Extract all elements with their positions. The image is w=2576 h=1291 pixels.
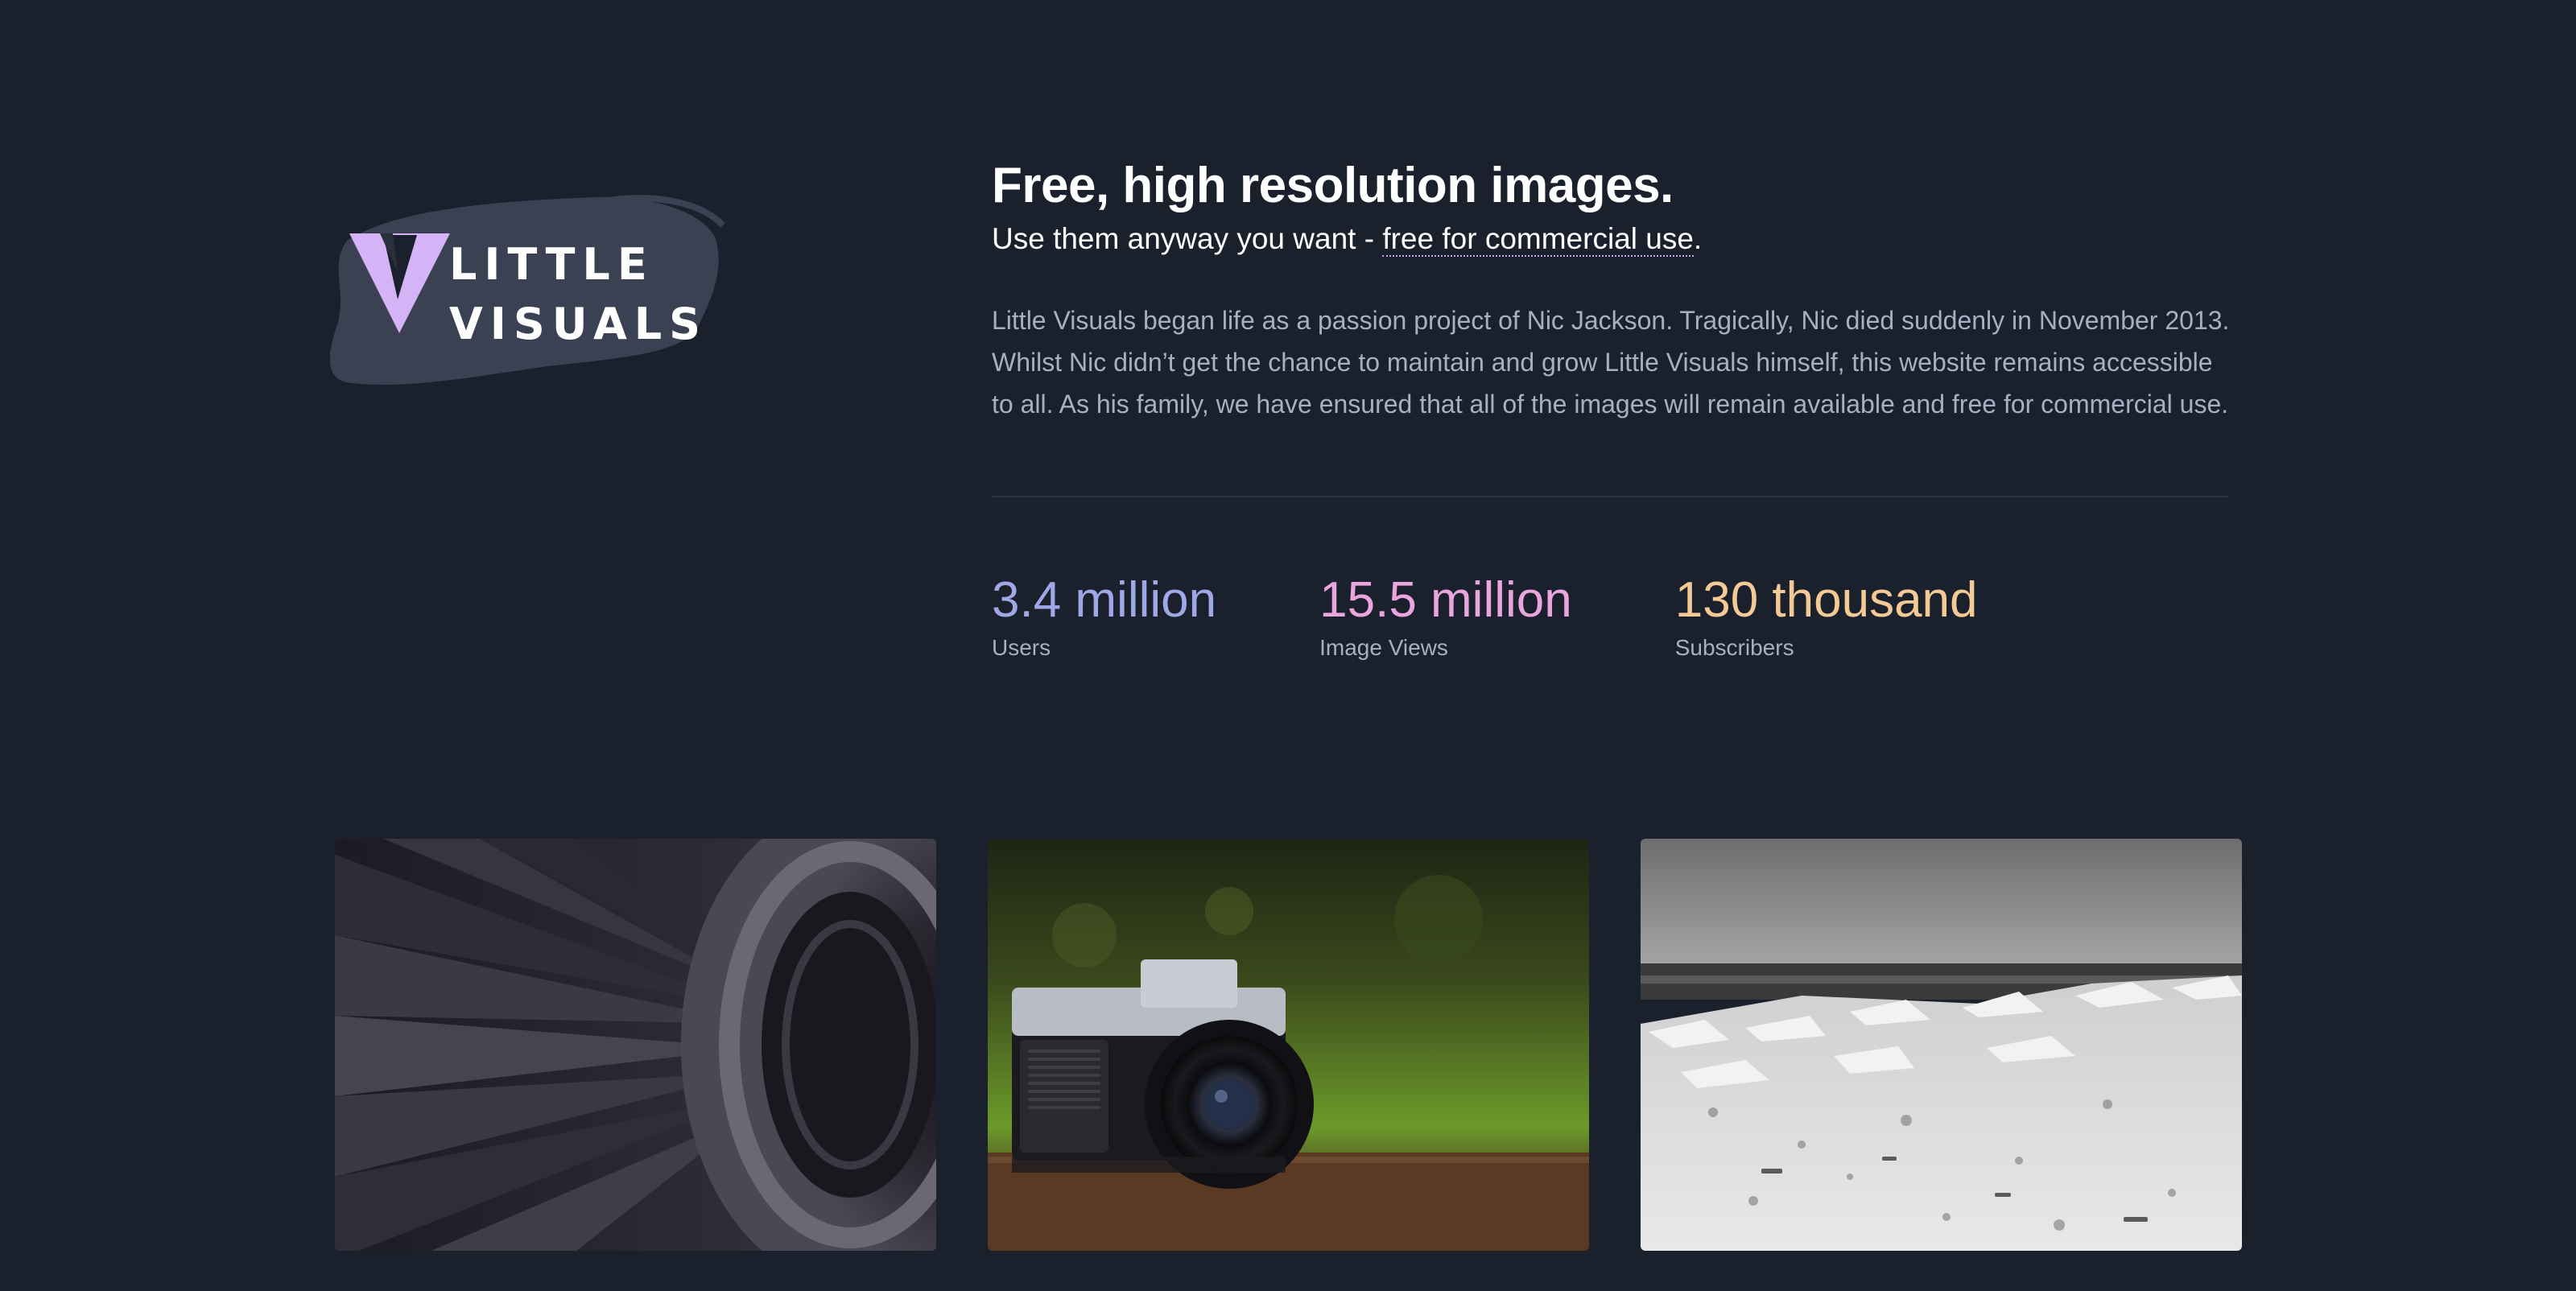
- stat-value: 3.4 million: [992, 572, 1217, 628]
- icy-beach-image: [1641, 839, 2242, 1251]
- stat-image-views: 15.5 million Image Views: [1319, 571, 1572, 663]
- intro-section: Free, high resolution images. Use them a…: [992, 153, 2231, 663]
- subheadline-suffix: .: [1693, 222, 1703, 255]
- stat-value: 130 thousand: [1674, 572, 1978, 628]
- subheadline-prefix: Use them anyway you want -: [992, 222, 1383, 255]
- camera-image: [988, 839, 1589, 1251]
- brand-name-line1: LITTLE: [449, 239, 654, 290]
- stat-users: 3.4 million Users: [992, 571, 1216, 663]
- photo-jet-engine[interactable]: [335, 839, 936, 1251]
- brand-logo[interactable]: LITTLE VISUALS: [330, 193, 724, 394]
- stat-subscribers: 130 thousand Subscribers: [1675, 571, 1978, 663]
- commercial-use-link[interactable]: free for commercial use: [1382, 222, 1694, 257]
- page-headline: Free, high resolution images.: [992, 158, 1674, 213]
- section-divider: [992, 496, 2228, 497]
- brand-name: LITTLE VISUALS: [449, 235, 708, 354]
- brand-name-line2: VISUALS: [449, 299, 708, 349]
- triangle-logo-icon: [349, 233, 450, 333]
- stat-value: 15.5 million: [1319, 572, 1572, 628]
- stat-label: Subscribers: [1674, 635, 1794, 660]
- photo-icy-beach[interactable]: [1641, 839, 2242, 1251]
- page-subheadline: Use them anyway you want - free for comm…: [992, 219, 2231, 259]
- photo-camera[interactable]: [988, 839, 1589, 1251]
- jet-engine-image: [335, 839, 936, 1251]
- stat-label: Users: [992, 635, 1051, 660]
- photo-grid: [335, 839, 2242, 1251]
- stats-row: 3.4 million Users 15.5 million Image Vie…: [992, 571, 2231, 663]
- stat-label: Image Views: [1319, 635, 1448, 660]
- about-paragraph: Little Visuals began life as a passion p…: [992, 306, 2230, 419]
